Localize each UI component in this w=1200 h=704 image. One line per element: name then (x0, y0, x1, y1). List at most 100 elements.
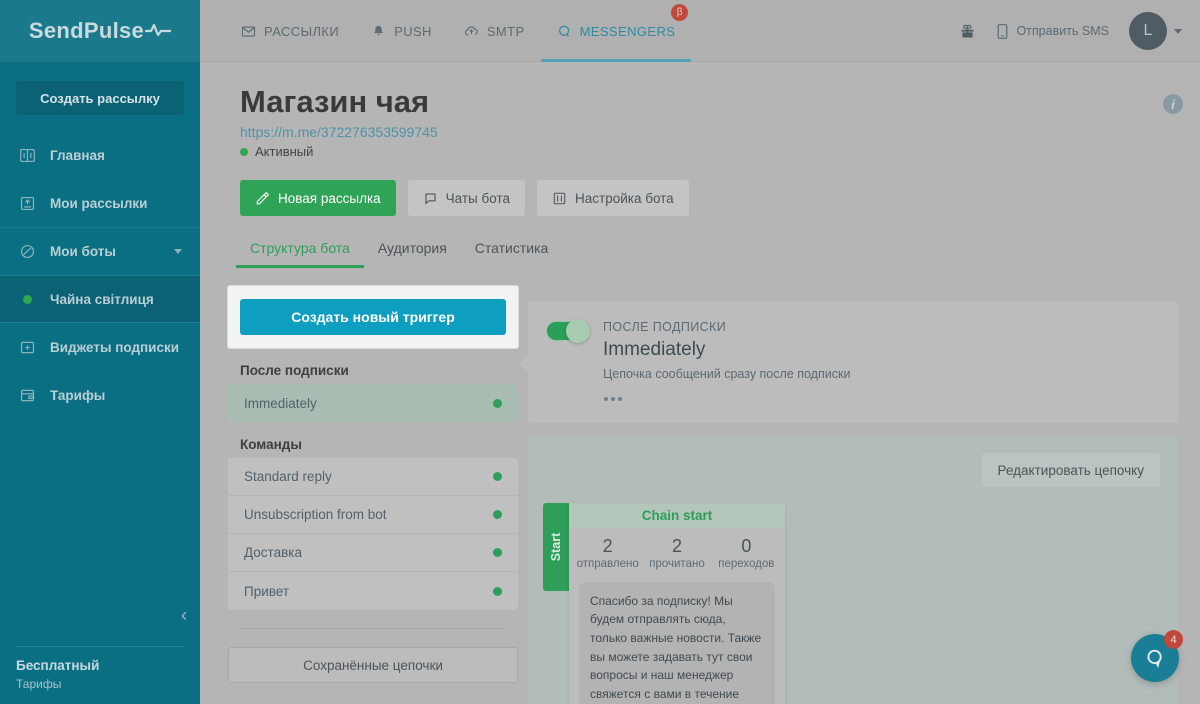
status-dot-icon (493, 399, 502, 408)
trigger-row[interactable]: Standard reply (228, 458, 518, 496)
trigger-more-button[interactable] (604, 397, 622, 401)
tab-smtp[interactable]: SMTP (448, 0, 541, 62)
chevron-down-icon[interactable] (174, 249, 182, 254)
bot-link[interactable]: https://m.me/372276353599745 (240, 124, 438, 140)
trigger-row[interactable]: Unsubscription from bot (228, 496, 518, 534)
bot-chats-button[interactable]: Чаты бота (408, 180, 525, 216)
create-campaign-button[interactable]: Создать рассылку (16, 81, 184, 115)
tab-label: SMTP (487, 24, 525, 39)
tab-audience[interactable]: Аудитория (364, 240, 461, 268)
sidebar-logo[interactable]: SendPulse (0, 0, 200, 62)
header-nav: РАССЫЛКИ PUSH SMTP MESSENGERS β (225, 0, 691, 62)
sidebar-item-pricing[interactable]: Тарифы (0, 371, 200, 419)
toggle-knob (566, 319, 590, 343)
tab-label: РАССЫЛКИ (264, 24, 339, 39)
edit-chain-button[interactable]: Редактировать цепочку (982, 453, 1160, 487)
sidebar-item-label: Тарифы (50, 388, 105, 403)
gift-icon[interactable] (959, 23, 976, 40)
divider (240, 628, 506, 629)
dashboard-icon (17, 145, 37, 165)
tab-push[interactable]: PUSH (355, 0, 448, 62)
tab-bot-structure[interactable]: Структура бота (236, 240, 364, 268)
compose-icon (255, 191, 270, 206)
send-sms-label: Отправить SMS (1016, 24, 1109, 38)
chat-icon (557, 24, 572, 39)
avatar: L (1129, 12, 1167, 50)
status-dot-icon (493, 587, 502, 596)
sidebar-footer: Бесплатный Тарифы (16, 646, 184, 691)
header-right: Отправить SMS L (959, 0, 1182, 62)
tab-messengers[interactable]: MESSENGERS β (541, 0, 692, 62)
sidebar-item-label: Чайна світлиця (50, 292, 154, 307)
status-dot-icon (240, 148, 248, 156)
action-buttons: Новая рассылка Чаты бота Настройка бота (240, 180, 689, 216)
tab-statistics[interactable]: Статистика (461, 240, 563, 268)
sliders-icon (552, 191, 567, 206)
tab-campaigns[interactable]: РАССЫЛКИ (225, 0, 355, 62)
help-chat-button[interactable]: 4 (1131, 634, 1179, 682)
sidebar-item-campaigns[interactable]: Мои рассылки (0, 179, 200, 227)
sidebar-item-label: Мои боты (50, 244, 116, 259)
metric-label: переходов (712, 558, 781, 570)
status-label: Активный (255, 144, 313, 159)
action-label: Чаты бота (446, 191, 510, 206)
sidebar-item-widgets[interactable]: Виджеты подписки (0, 323, 200, 371)
sidebar: SendPulse Создать рассылку Главная Мои р… (0, 0, 200, 704)
inbox-icon (17, 193, 37, 213)
create-new-trigger-button[interactable]: Создать новый триггер (240, 299, 506, 335)
chain-metric-read: 2 прочитано (642, 537, 711, 570)
send-sms-button[interactable]: Отправить SMS (996, 23, 1109, 40)
bot-icon (17, 242, 37, 262)
chain-start-card[interactable]: Chain start 2 отправлено 2 прочитано 0 п (569, 503, 785, 704)
metric-value: 0 (712, 537, 781, 557)
help-badge: 4 (1164, 630, 1183, 649)
status-badge: Активный (240, 144, 313, 159)
trigger-row[interactable]: Доставка (228, 534, 518, 572)
info-icon[interactable]: i (1163, 94, 1183, 114)
envelope-icon (241, 24, 256, 39)
chain-card-stats: 2 отправлено 2 прочитано 0 переходов (569, 528, 785, 570)
metric-value: 2 (642, 537, 711, 557)
cloud-upload-icon (464, 24, 479, 39)
trigger-label: Доставка (244, 545, 302, 560)
action-label: Новая рассылка (278, 191, 381, 206)
trigger-label: Unsubscription from bot (244, 507, 387, 522)
sidebar-item-home[interactable]: Главная (0, 131, 200, 179)
top-header: РАССЫЛКИ PUSH SMTP MESSENGERS β (200, 0, 1200, 62)
chevron-down-icon (1174, 29, 1182, 34)
status-dot-icon (493, 548, 502, 557)
chain-metric-sent: 2 отправлено (573, 537, 642, 570)
sidebar-item-bots[interactable]: Мои боты (0, 227, 200, 275)
widget-icon (17, 337, 37, 357)
tab-label: MESSENGERS (580, 24, 676, 39)
metric-value: 2 (573, 537, 642, 557)
sidebar-item-chaina-svitlytsia[interactable]: Чайна світлиця (0, 275, 200, 323)
sidebar-collapse-button[interactable]: ‹ (181, 606, 187, 624)
group-title-commands: Команды (240, 437, 518, 452)
status-dot-icon (493, 510, 502, 519)
trigger-stats-card: ПОСЛЕ ПОДПИСКИ Immediately Цепочка сообщ… (528, 301, 1178, 423)
chat-bubble-icon (423, 191, 438, 206)
pulse-icon (145, 19, 171, 43)
trigger-title: Immediately (603, 339, 705, 361)
start-tab-label: Start (549, 533, 563, 561)
trigger-description: Цепочка сообщений сразу после подписки (603, 367, 850, 381)
plan-pricing-link[interactable]: Тарифы (16, 677, 184, 691)
saved-chains-button[interactable]: Сохранённые цепочки (228, 647, 518, 683)
action-label: Настройка бота (575, 191, 674, 206)
bell-icon (371, 24, 386, 39)
bot-settings-button[interactable]: Настройка бота (537, 180, 689, 216)
new-campaign-button[interactable]: Новая рассылка (240, 180, 396, 216)
metric-label: прочитано (642, 558, 711, 570)
page-title: Магазин чая (240, 84, 429, 120)
user-menu[interactable]: L (1129, 12, 1182, 50)
trigger-row[interactable]: Immediately (228, 384, 518, 422)
beta-badge: β (671, 4, 688, 21)
chain-card-title: Chain start (569, 503, 785, 528)
sidebar-item-label: Мои рассылки (50, 196, 147, 211)
pricing-icon (17, 385, 37, 405)
status-dot-icon (17, 289, 37, 309)
new-trigger-highlight: Создать новый триггер (228, 286, 518, 348)
trigger-enabled-toggle[interactable] (546, 321, 590, 341)
trigger-row[interactable]: Привет (228, 572, 518, 610)
